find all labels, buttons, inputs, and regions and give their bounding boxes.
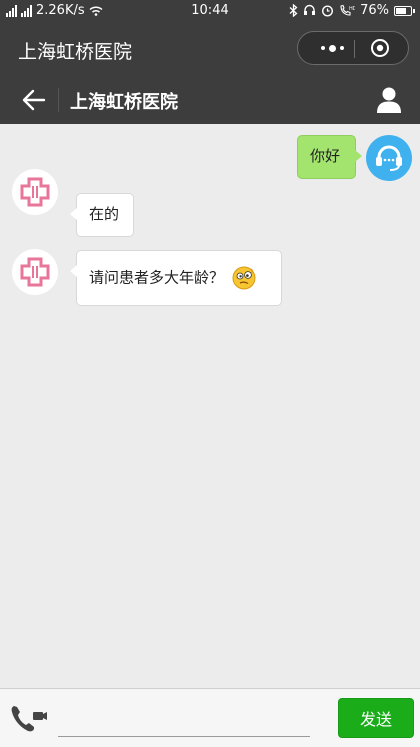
- headset-icon: [304, 4, 316, 15]
- more-options-button[interactable]: [312, 32, 352, 64]
- headset-agent-icon: [376, 145, 402, 171]
- nav-bar: 上海虹桥医院: [0, 76, 420, 124]
- svg-text:HD: HD: [349, 6, 355, 12]
- bluetooth-icon: [289, 4, 298, 17]
- capsule-divider: [354, 40, 355, 58]
- hospital-cross-icon: [20, 257, 50, 287]
- close-mini-program-button[interactable]: [370, 38, 390, 58]
- message-input[interactable]: [58, 699, 310, 737]
- battery-fill: [396, 7, 406, 14]
- message-text: 在的: [89, 205, 120, 223]
- hospital-avatar: [12, 169, 58, 215]
- message-bubble-hospital: 请问患者多大年龄？: [70, 250, 282, 306]
- message-bubble-self: 你好: [297, 135, 362, 179]
- nav-divider: [58, 88, 59, 112]
- mini-program-title: 上海虹桥医院: [18, 41, 133, 63]
- hospital-cross-icon: [20, 177, 50, 207]
- alarm-icon: [322, 5, 334, 17]
- capsule-menu: [297, 31, 409, 65]
- status-right: HD 76%: [289, 3, 415, 18]
- agent-avatar: [366, 135, 412, 181]
- screen: 2.26K/s 10:44 HD 76% 上海虹桥医院 上海虹桥医院 你好 在的…: [0, 0, 420, 747]
- profile-icon[interactable]: [376, 86, 402, 114]
- send-button[interactable]: 发送: [338, 698, 414, 738]
- message-bubble-hospital: 在的: [70, 193, 134, 237]
- back-arrow-icon[interactable]: [22, 89, 46, 111]
- battery-icon: [394, 5, 415, 16]
- hd-call-icon: HD: [340, 4, 355, 16]
- message-text: 请问患者多大年龄？: [89, 268, 225, 287]
- page-title: 上海虹桥医院: [70, 92, 178, 113]
- confused-emoji-icon: [232, 266, 256, 290]
- battery-percent: 76%: [360, 3, 389, 18]
- hospital-avatar: [12, 249, 58, 295]
- message-text: 你好: [310, 147, 341, 165]
- mini-program-bar: 上海虹桥医院: [0, 24, 420, 76]
- video-call-icon[interactable]: [9, 703, 49, 735]
- status-bar: 2.26K/s 10:44 HD 76%: [0, 0, 420, 24]
- chat-area: 你好 在的 请问患者多大年龄？: [0, 124, 420, 688]
- input-bar: 发送: [0, 688, 420, 747]
